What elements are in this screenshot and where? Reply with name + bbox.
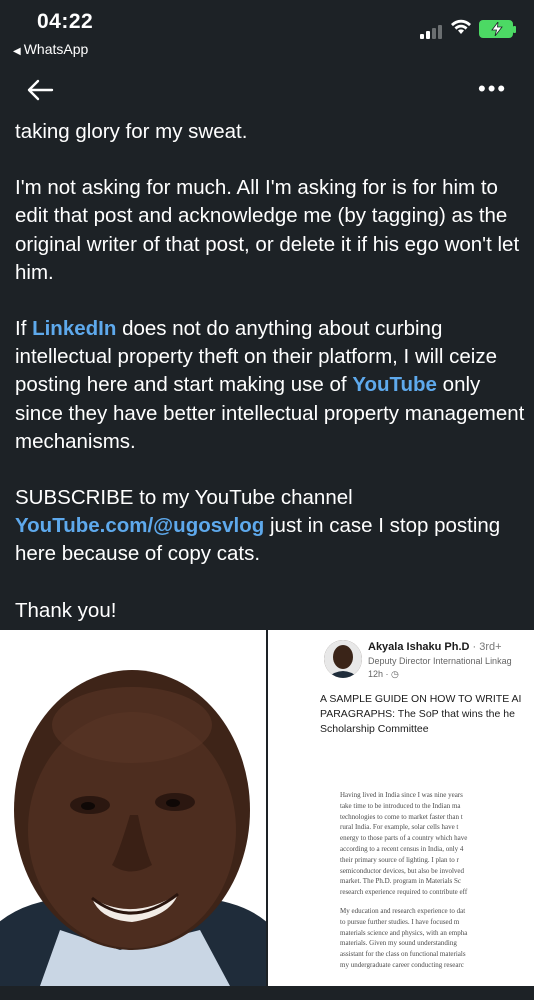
body-line: market. The Ph.D. program in Materials S… — [340, 877, 461, 886]
body-line: according to a recent census in India, o… — [340, 844, 464, 853]
document-card: Akyala Ishaku Ph.D · 3rd+ Deputy Directo… — [276, 630, 534, 986]
time-text: 12h · — [368, 669, 392, 679]
more-horizontal-icon[interactable]: ••• — [478, 78, 512, 100]
body-line: energy to those parts of a country which… — [340, 834, 468, 843]
author-title: Deputy Director International Linkag — [368, 656, 512, 666]
post-paragraph: I'm not asking for much. All I'm asking … — [15, 176, 520, 284]
back-to-app-link[interactable]: ◀ WhatsApp — [13, 41, 88, 57]
post-paragraph: Thank you! — [15, 598, 117, 622]
bottom-strip — [0, 988, 534, 1000]
wifi-icon — [451, 19, 471, 34]
post-paragraph: If LinkedIn does not do anything about c… — [15, 315, 527, 456]
body-paragraph: Having lived in India since I was nine y… — [340, 790, 534, 898]
post-images: Akyala Ishaku Ph.D · 3rd+ Deputy Directo… — [0, 630, 534, 988]
body-line: semiconductor devices, but also be invol… — [340, 866, 465, 875]
text-run: SUBSCRIBE to my YouTube channel — [15, 486, 353, 510]
body-line: assistant for the class on functional ma… — [340, 950, 466, 959]
post-paragraph: SUBSCRIBE to my YouTube channel YouTube.… — [15, 484, 527, 569]
body-line: research experience required to contribu… — [340, 888, 468, 897]
triangle-left-icon: ◀ — [13, 46, 21, 57]
body-line: Having lived in India since I was nine y… — [340, 791, 463, 799]
body-line: materials. Given my sound understanding — [340, 939, 457, 948]
text-run: If — [15, 317, 33, 341]
battery-charging-icon — [479, 20, 516, 38]
post-body: taking glory for my sweat. I'm not askin… — [15, 118, 527, 653]
post-time: 12h · ◷ — [368, 669, 399, 680]
heading-line: A SAMPLE GUIDE ON HOW TO WRITE AI — [320, 693, 522, 705]
heading-line: PARAGRAPHS: The SoP that wins the he — [320, 708, 515, 720]
connection-degree: · 3rd+ — [469, 641, 502, 653]
linkedin-link[interactable]: LinkedIn — [32, 317, 116, 340]
youtube-channel-link[interactable]: YouTube.com/@ugosvlog — [15, 514, 264, 537]
document-heading: A SAMPLE GUIDE ON HOW TO WRITE AI PARAGR… — [320, 692, 534, 737]
cellular-signal-icon — [420, 25, 444, 39]
author-name-text: Akyala Ishaku Ph.D — [368, 641, 470, 653]
nav-bar: ••• — [0, 64, 534, 116]
portrait-photo[interactable] — [0, 630, 266, 986]
status-time: 04:22 — [37, 10, 94, 33]
portrait-illustration — [0, 630, 266, 986]
document-body: Having lived in India since I was nine y… — [340, 790, 534, 979]
avatar — [324, 640, 362, 678]
body-line: rural India. For example, solar cells ha… — [340, 823, 459, 832]
body-paragraph: My education and research experience to … — [340, 906, 534, 971]
body-line: technologies to come to market faster th… — [340, 812, 463, 821]
globe-icon: ◷ — [391, 669, 399, 679]
body-line: materials science and physics, with an e… — [340, 928, 468, 937]
linkedin-post-screenshot[interactable]: Akyala Ishaku Ph.D · 3rd+ Deputy Directo… — [268, 630, 534, 986]
body-line: to pursue further studies. I have focuse… — [340, 917, 460, 926]
author-name: Akyala Ishaku Ph.D · 3rd+ — [368, 641, 502, 653]
body-line: My education and research experience to … — [340, 906, 466, 915]
heading-line: Scholarship Committee — [320, 723, 429, 735]
body-line: their primary source of lighting. I plan… — [340, 855, 459, 864]
arrow-left-icon[interactable] — [24, 74, 56, 106]
post-paragraph: taking glory for my sweat. — [15, 120, 248, 143]
youtube-link[interactable]: YouTube — [352, 373, 437, 396]
status-bar: 04:22 ◀ WhatsApp — [0, 0, 534, 64]
body-line: take time to be introduced to the Indian… — [340, 801, 461, 810]
back-app-label: WhatsApp — [23, 41, 89, 57]
body-line: my undergraduate career conducting resea… — [340, 960, 464, 969]
